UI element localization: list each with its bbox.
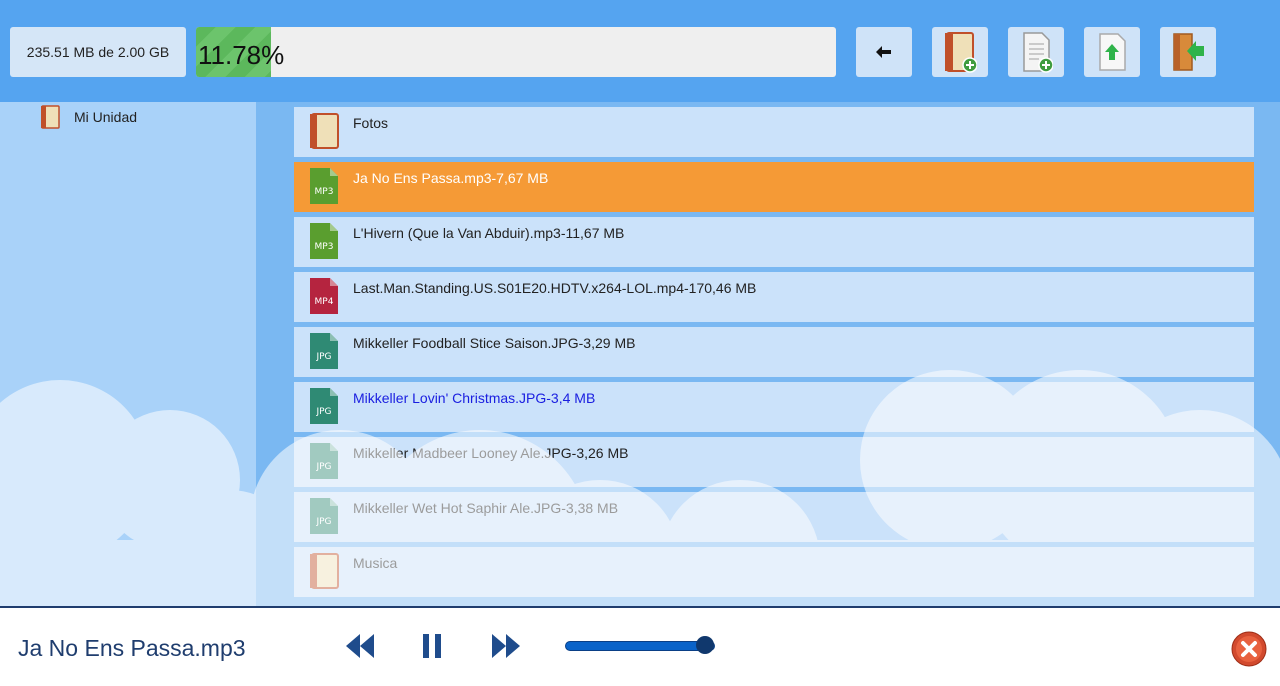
close-player-button[interactable] xyxy=(1231,631,1267,667)
folder-icon xyxy=(309,112,339,155)
pause-icon xyxy=(423,634,441,658)
storage-progress-label: 11.78% xyxy=(198,40,285,70)
file-name: Ja No Ens Passa.mp3-7,67 MB xyxy=(353,170,549,186)
file-row[interactable]: MP4 Last.Man.Standing.US.S01E20.HDTV.x264… xyxy=(294,272,1254,322)
storage-progress-bar: 11.78% xyxy=(196,27,836,77)
volume-slider-track[interactable] xyxy=(565,641,715,651)
file-name: Mikkeller Lovin' Christmas.JPG-3,4 MB xyxy=(353,390,596,406)
svg-text:MP4: MP4 xyxy=(315,297,334,307)
sidebar-item-label: Mi Unidad xyxy=(74,109,138,125)
file-row[interactable]: MP3 L'Hivern (Que la Van Abduir).mp3-11,6… xyxy=(294,217,1254,267)
fast-forward-icon xyxy=(492,634,520,658)
jpg-file-icon: JPG xyxy=(309,387,339,430)
rewind-icon xyxy=(346,634,374,658)
fast-forward-button[interactable] xyxy=(488,630,524,662)
mp3-file-icon: MP3 xyxy=(309,222,339,265)
file-row[interactable]: JPG Mikkeller Wet Hot Saphir Ale.JPG-3,38… xyxy=(294,492,1254,542)
audio-player: Ja No Ens Passa.mp3 xyxy=(0,606,1280,686)
arrow-left-icon xyxy=(876,46,891,58)
file-row[interactable]: JPG Mikkeller Foodball Stice Saison.JPG-3… xyxy=(294,327,1254,377)
exit-door-icon xyxy=(1173,33,1204,71)
volume-slider-handle[interactable] xyxy=(695,636,714,654)
jpg-file-icon: JPG xyxy=(309,497,339,540)
svg-text:MP3: MP3 xyxy=(315,187,334,197)
file-row[interactable]: Fotos xyxy=(294,107,1254,157)
pause-button[interactable] xyxy=(414,630,450,662)
upload-icon xyxy=(1099,33,1126,71)
svg-text:JPG: JPG xyxy=(315,407,331,417)
file-name: Last.Man.Standing.US.S01E20.HDTV.x264-LO… xyxy=(353,280,757,296)
back-button[interactable] xyxy=(856,27,912,77)
file-row[interactable]: JPG Mikkeller Madbeer Looney Ale.JPG-3,26… xyxy=(294,437,1254,487)
jpg-file-icon: JPG xyxy=(309,332,339,375)
sidebar-item-mi-unidad[interactable]: Mi Unidad xyxy=(40,104,137,130)
document-add-icon xyxy=(1023,32,1053,73)
top-toolbar: 235.51 MB de 2.00 GB 11.78% xyxy=(0,0,1280,102)
svg-text:JPG: JPG xyxy=(315,352,331,362)
rewind-button[interactable] xyxy=(342,630,378,662)
storage-usage-label: 235.51 MB de 2.00 GB xyxy=(10,27,186,77)
folder-icon xyxy=(309,552,339,595)
svg-text:MP3: MP3 xyxy=(315,242,334,252)
svg-text:JPG: JPG xyxy=(315,517,331,527)
file-row[interactable]: JPG Mikkeller Lovin' Christmas.JPG-3,4 MB xyxy=(294,382,1254,432)
sidebar: Mi Unidad xyxy=(0,102,256,606)
file-row[interactable]: Musica xyxy=(294,547,1254,597)
player-track-title: Ja No Ens Passa.mp3 xyxy=(18,635,246,661)
jpg-file-icon: JPG xyxy=(309,442,339,485)
file-name: Fotos xyxy=(353,115,389,131)
mp3-file-icon: MP3 xyxy=(309,167,339,210)
file-browser: Fotos MP3 Ja No Ens Passa.mp3-7,67 MB MP3 L'… xyxy=(256,102,1280,606)
file-name: L'Hivern (Que la Van Abduir).mp3-11,67 M… xyxy=(353,225,625,241)
mp4-file-icon: MP4 xyxy=(309,277,339,320)
folder-icon xyxy=(41,105,60,129)
file-row[interactable]: MP3 Ja No Ens Passa.mp3-7,67 MB xyxy=(294,162,1254,212)
logout-button[interactable] xyxy=(1160,27,1216,77)
file-name: Musica xyxy=(353,555,398,571)
file-name: Mikkeller Madbeer Looney Ale.JPG-3,26 MB xyxy=(353,445,629,461)
file-name: Mikkeller Wet Hot Saphir Ale.JPG-3,38 MB xyxy=(353,500,619,516)
new-folder-button[interactable] xyxy=(932,27,988,77)
close-icon xyxy=(1231,631,1267,667)
file-name: Mikkeller Foodball Stice Saison.JPG-3,29… xyxy=(353,335,636,351)
upload-button[interactable] xyxy=(1084,27,1140,77)
new-file-button[interactable] xyxy=(1008,27,1064,77)
svg-text:JPG: JPG xyxy=(315,462,331,472)
folder-add-icon xyxy=(945,32,977,73)
